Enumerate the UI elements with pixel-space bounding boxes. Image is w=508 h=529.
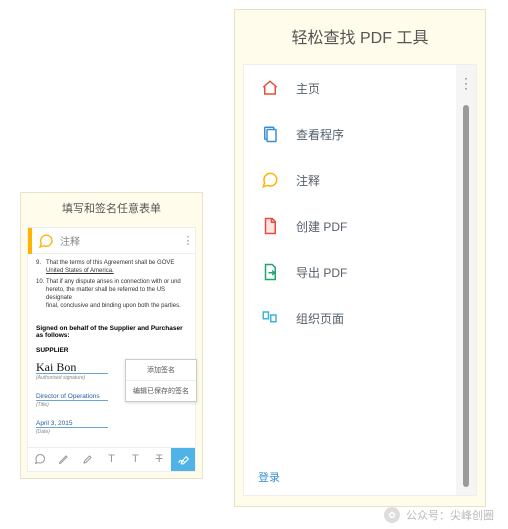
menu-label: 查看程序 [296, 126, 344, 143]
scrollbar[interactable] [463, 105, 469, 487]
left-app-header: 注释 ⋮ [28, 228, 195, 254]
organize-icon [258, 309, 282, 327]
menu-item-home[interactable]: 主页 [244, 65, 456, 111]
tool-signature-icon[interactable] [171, 448, 195, 471]
signature-scribble: Kai Bon [36, 360, 76, 375]
left-phone-frame: 注释 ⋮ 9. That the terms of this Agreement… [27, 227, 196, 472]
right-card-title: 轻松查找 PDF 工具 [235, 10, 485, 58]
clause-row: 9. That the terms of this Agreement shal… [36, 259, 187, 275]
watermark-text: 公众号：尖峰创圈 [406, 507, 494, 523]
login-link[interactable]: 登录 [244, 459, 456, 495]
overflow-menu-icon[interactable]: ⋮ [456, 65, 476, 101]
title-caption: (Title) [36, 402, 187, 408]
signature-popup: 添加签名 编辑已保存的签名 [125, 359, 197, 402]
clause-number: 10. [36, 278, 46, 310]
side-strip: ⋮ [456, 65, 476, 495]
menu-item-organize[interactable]: 组织页面 [244, 295, 456, 341]
left-card-title: 填写和签名任意表单 [21, 193, 202, 223]
active-tab-strip [28, 228, 32, 254]
comment-icon [38, 233, 54, 249]
tool-highlight-icon[interactable] [76, 448, 100, 471]
create-pdf-icon [258, 217, 282, 235]
signature-popup-manage[interactable]: 编辑已保存的签名 [126, 381, 196, 401]
menu-label: 导出 PDF [296, 264, 347, 281]
signed-heading: Signed on behalf of the Supplier and Pur… [36, 325, 187, 339]
supplier-heading: SUPPLIER [36, 347, 187, 354]
right-showcase-card: 轻松查找 PDF 工具 ⋮ 主页 查看程序 注释 创建 PDF [234, 9, 486, 507]
document-body: 9. That the terms of this Agreement shal… [28, 254, 195, 447]
signature-popup-add[interactable]: 添加签名 [126, 360, 196, 381]
home-icon [258, 79, 282, 97]
tool-text2-icon[interactable]: T [123, 448, 147, 471]
right-phone-frame: ⋮ 主页 查看程序 注释 创建 PDF 导出 PDF [243, 64, 477, 496]
fill-sign-toolbar: T T T [28, 447, 195, 471]
menu-label: 创建 PDF [296, 218, 347, 235]
menu-item-comment[interactable]: 注释 [244, 157, 456, 203]
tool-comment-icon[interactable] [28, 448, 52, 471]
menu-item-viewer[interactable]: 查看程序 [244, 111, 456, 157]
tool-strike-icon[interactable]: T [147, 448, 171, 471]
menu-label: 组织页面 [296, 310, 344, 327]
menu-label: 主页 [296, 80, 320, 97]
tool-text-icon[interactable]: T [100, 448, 124, 471]
menu-label: 注释 [296, 172, 320, 189]
export-pdf-icon [258, 263, 282, 281]
watermark: ✿ 公众号：尖峰创圈 [384, 507, 494, 523]
header-overflow-icon[interactable]: ⋮ [181, 234, 195, 247]
tool-pen-icon[interactable] [52, 448, 76, 471]
left-showcase-card: 填写和签名任意表单 注释 ⋮ 9. That the terms of this… [20, 192, 203, 479]
date-field[interactable]: April 3, 2015 (Date) [36, 414, 187, 435]
comment-icon [258, 171, 282, 189]
clause-row: 10. That if any dispute arises in connec… [36, 278, 187, 310]
date-caption: (Date) [36, 429, 187, 435]
clause-number: 9. [36, 259, 46, 275]
tools-menu: 主页 查看程序 注释 创建 PDF 导出 PDF 组织页面 [244, 65, 476, 495]
tab-label[interactable]: 注释 [60, 233, 181, 248]
menu-item-export-pdf[interactable]: 导出 PDF [244, 249, 456, 295]
view-icon [258, 125, 282, 143]
wechat-icon: ✿ [384, 507, 400, 523]
menu-item-create-pdf[interactable]: 创建 PDF [244, 203, 456, 249]
